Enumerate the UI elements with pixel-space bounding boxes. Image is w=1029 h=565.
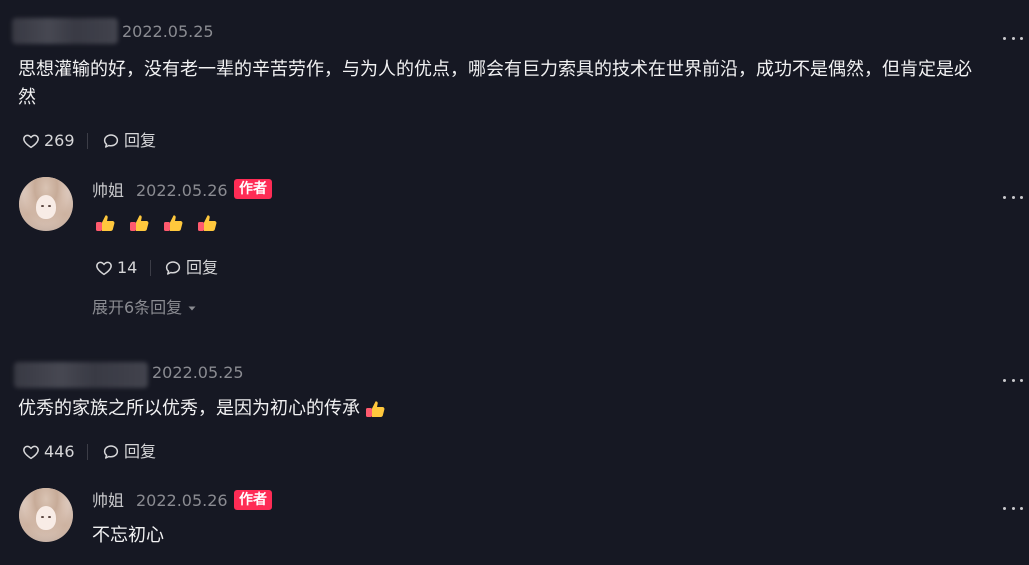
comment-text: 优秀的家族之所以优秀，是因为初心的传承 bbox=[18, 398, 360, 419]
more-options-icon[interactable] bbox=[1003, 375, 1023, 385]
caret-down-icon bbox=[188, 306, 196, 311]
reply-text bbox=[94, 211, 220, 237]
speech-bubble-icon bbox=[103, 134, 119, 148]
author-badge: 作者 bbox=[234, 490, 272, 510]
reply-button[interactable]: 回复 bbox=[102, 442, 156, 462]
heart-outline-icon bbox=[23, 134, 39, 149]
like-button[interactable]: 269 bbox=[22, 131, 75, 151]
speech-bubble-icon bbox=[103, 445, 119, 459]
comment-date: 2022.05.25 bbox=[152, 363, 244, 382]
expand-replies-label: 展开6条回复 bbox=[92, 298, 183, 317]
reply-author-name[interactable]: 帅姐 bbox=[92, 491, 124, 511]
like-button[interactable]: 446 bbox=[22, 442, 75, 462]
reply-label: 回复 bbox=[186, 258, 219, 277]
comment-text: 思想灌输的好，没有老一辈的辛苦劳作，与为人的优点，哪会有巨力索具的技术在世界前沿… bbox=[18, 59, 972, 80]
more-options-icon[interactable] bbox=[1003, 192, 1023, 202]
thumbs-up-emoji bbox=[164, 215, 183, 231]
like-button[interactable]: 14 bbox=[95, 258, 137, 278]
heart-outline-icon bbox=[96, 261, 112, 276]
heart-outline-icon bbox=[23, 445, 39, 460]
comment-date: 2022.05.25 bbox=[122, 22, 214, 41]
reply-label: 回复 bbox=[124, 131, 157, 150]
more-options-icon[interactable] bbox=[1003, 503, 1023, 513]
like-count: 446 bbox=[44, 442, 75, 461]
action-divider bbox=[150, 260, 151, 276]
comment-text-row: 优秀的家族之所以优秀，是因为初心的传承 bbox=[18, 395, 388, 423]
thumbs-up-emoji bbox=[130, 215, 149, 231]
action-divider bbox=[87, 133, 88, 149]
author-badge: 作者 bbox=[234, 179, 272, 199]
avatar[interactable] bbox=[19, 488, 73, 542]
blurred-username bbox=[14, 362, 148, 388]
more-options-icon[interactable] bbox=[1003, 33, 1023, 43]
reply-button[interactable]: 回复 bbox=[164, 258, 218, 278]
avatar[interactable] bbox=[19, 177, 73, 231]
thumbs-up-emoji bbox=[96, 215, 115, 231]
reply-date: 2022.05.26 bbox=[136, 491, 228, 510]
comment-text-continued: 然 bbox=[18, 87, 36, 108]
reply-label: 回复 bbox=[124, 442, 157, 461]
blurred-username bbox=[12, 18, 118, 44]
thumbs-up-emoji bbox=[366, 401, 385, 417]
reply-text: 不忘初心 bbox=[92, 525, 164, 546]
like-count: 14 bbox=[117, 258, 138, 277]
reply-button[interactable]: 回复 bbox=[102, 131, 156, 151]
like-count: 269 bbox=[44, 131, 75, 150]
expand-replies-button[interactable]: 展开6条回复 bbox=[92, 298, 198, 318]
thumbs-up-emoji bbox=[198, 215, 217, 231]
reply-date: 2022.05.26 bbox=[136, 181, 228, 200]
reply-author-name[interactable]: 帅姐 bbox=[92, 181, 124, 201]
action-divider bbox=[87, 444, 88, 460]
speech-bubble-icon bbox=[165, 261, 181, 275]
